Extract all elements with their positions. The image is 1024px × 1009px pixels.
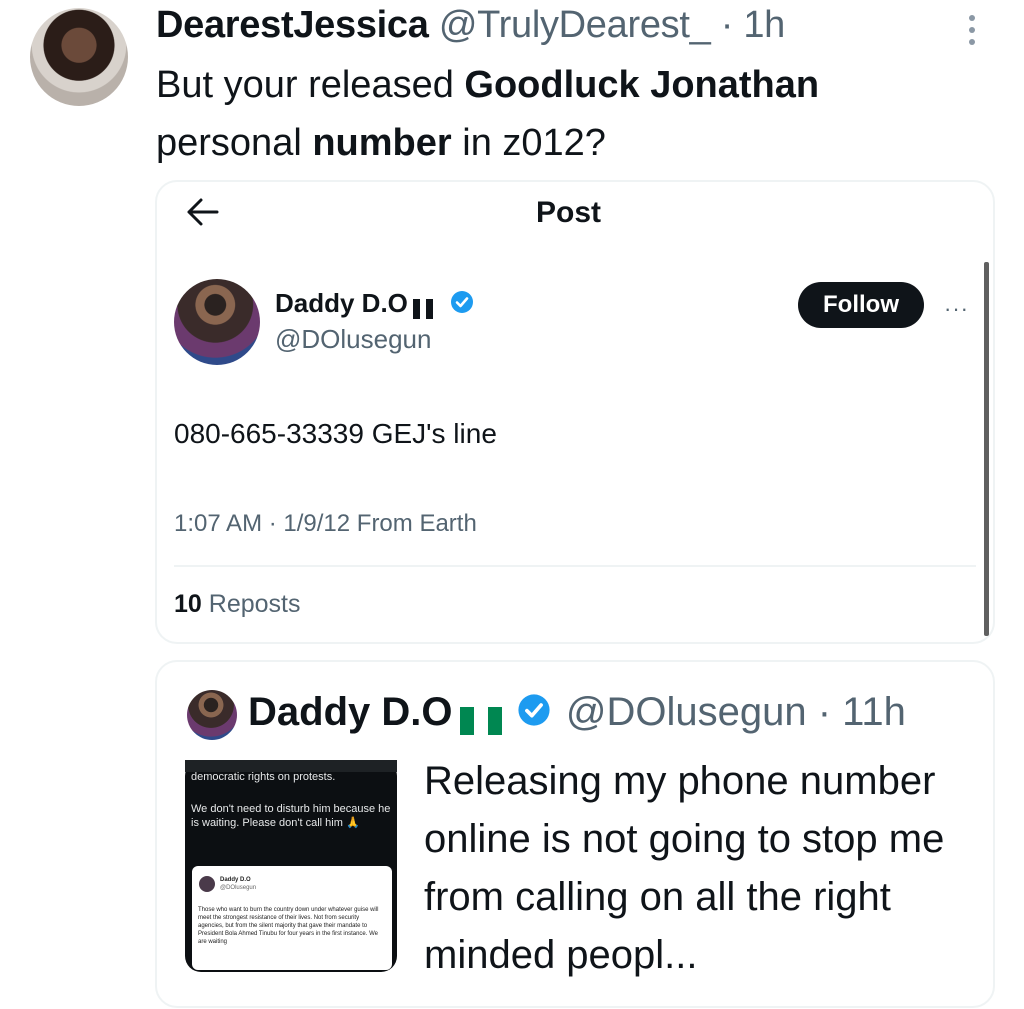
author-avatar[interactable] xyxy=(30,8,128,106)
tweet-text: But your released Goodluck Jonathan pers… xyxy=(156,64,820,164)
quoted-author-handle: @DOlusegun xyxy=(565,690,807,734)
quoted-author-name: Daddy D.O xyxy=(248,690,453,734)
post-author-avatar xyxy=(174,279,260,365)
follow-button: Follow xyxy=(798,282,924,328)
nigeria-flag-icon xyxy=(413,295,443,320)
post-author-name: Daddy D.O xyxy=(275,288,408,318)
media-text-top: democratic rights on protests. xyxy=(191,771,336,783)
post-author-handle: @DOlusegun xyxy=(275,324,432,354)
more-vertical-icon[interactable] xyxy=(962,12,982,48)
media-inner-text: Those who want to burn the country down … xyxy=(198,907,379,945)
scrollbar xyxy=(984,262,989,636)
post-body: 080-665-33339 GEJ's line xyxy=(174,418,497,449)
media-text-body: We don't need to disturb him because he … xyxy=(191,803,391,829)
divider xyxy=(174,565,976,567)
embedded-post-image[interactable] xyxy=(155,180,995,644)
media-inner-avatar xyxy=(199,876,215,892)
quoted-author-avatar xyxy=(187,690,237,740)
quoted-tweet-time: · 11h xyxy=(817,690,906,734)
more-horizontal-icon: ··· xyxy=(944,296,969,321)
quoted-tweet-text: Releasing my phone number online is not … xyxy=(424,759,945,977)
tweet-time[interactable]: · 1h xyxy=(721,4,786,46)
reposts-count: 10 Reposts xyxy=(174,590,301,618)
post-timestamp: 1:07 AM · 1/9/12 From Earth xyxy=(174,510,477,537)
nigeria-flag-icon xyxy=(459,700,502,736)
tweet-header: DearestJessica @TrulyDearest_ · 1h xyxy=(156,4,785,47)
verified-badge-icon xyxy=(517,692,551,737)
page-title: Post xyxy=(536,196,602,229)
post-author-name-row: Daddy D.O xyxy=(275,288,474,321)
back-arrow-icon xyxy=(185,196,221,228)
verified-badge-icon xyxy=(450,290,474,321)
quoted-tweet-header: Daddy D.O @DOlusegun · 11h xyxy=(248,690,906,737)
media-inner-handle: @DOlusegun xyxy=(220,885,257,891)
author-name[interactable]: DearestJessica xyxy=(156,4,429,46)
author-handle[interactable]: @TrulyDearest_ xyxy=(439,4,711,46)
media-inner-name: Daddy D.O xyxy=(220,877,251,883)
